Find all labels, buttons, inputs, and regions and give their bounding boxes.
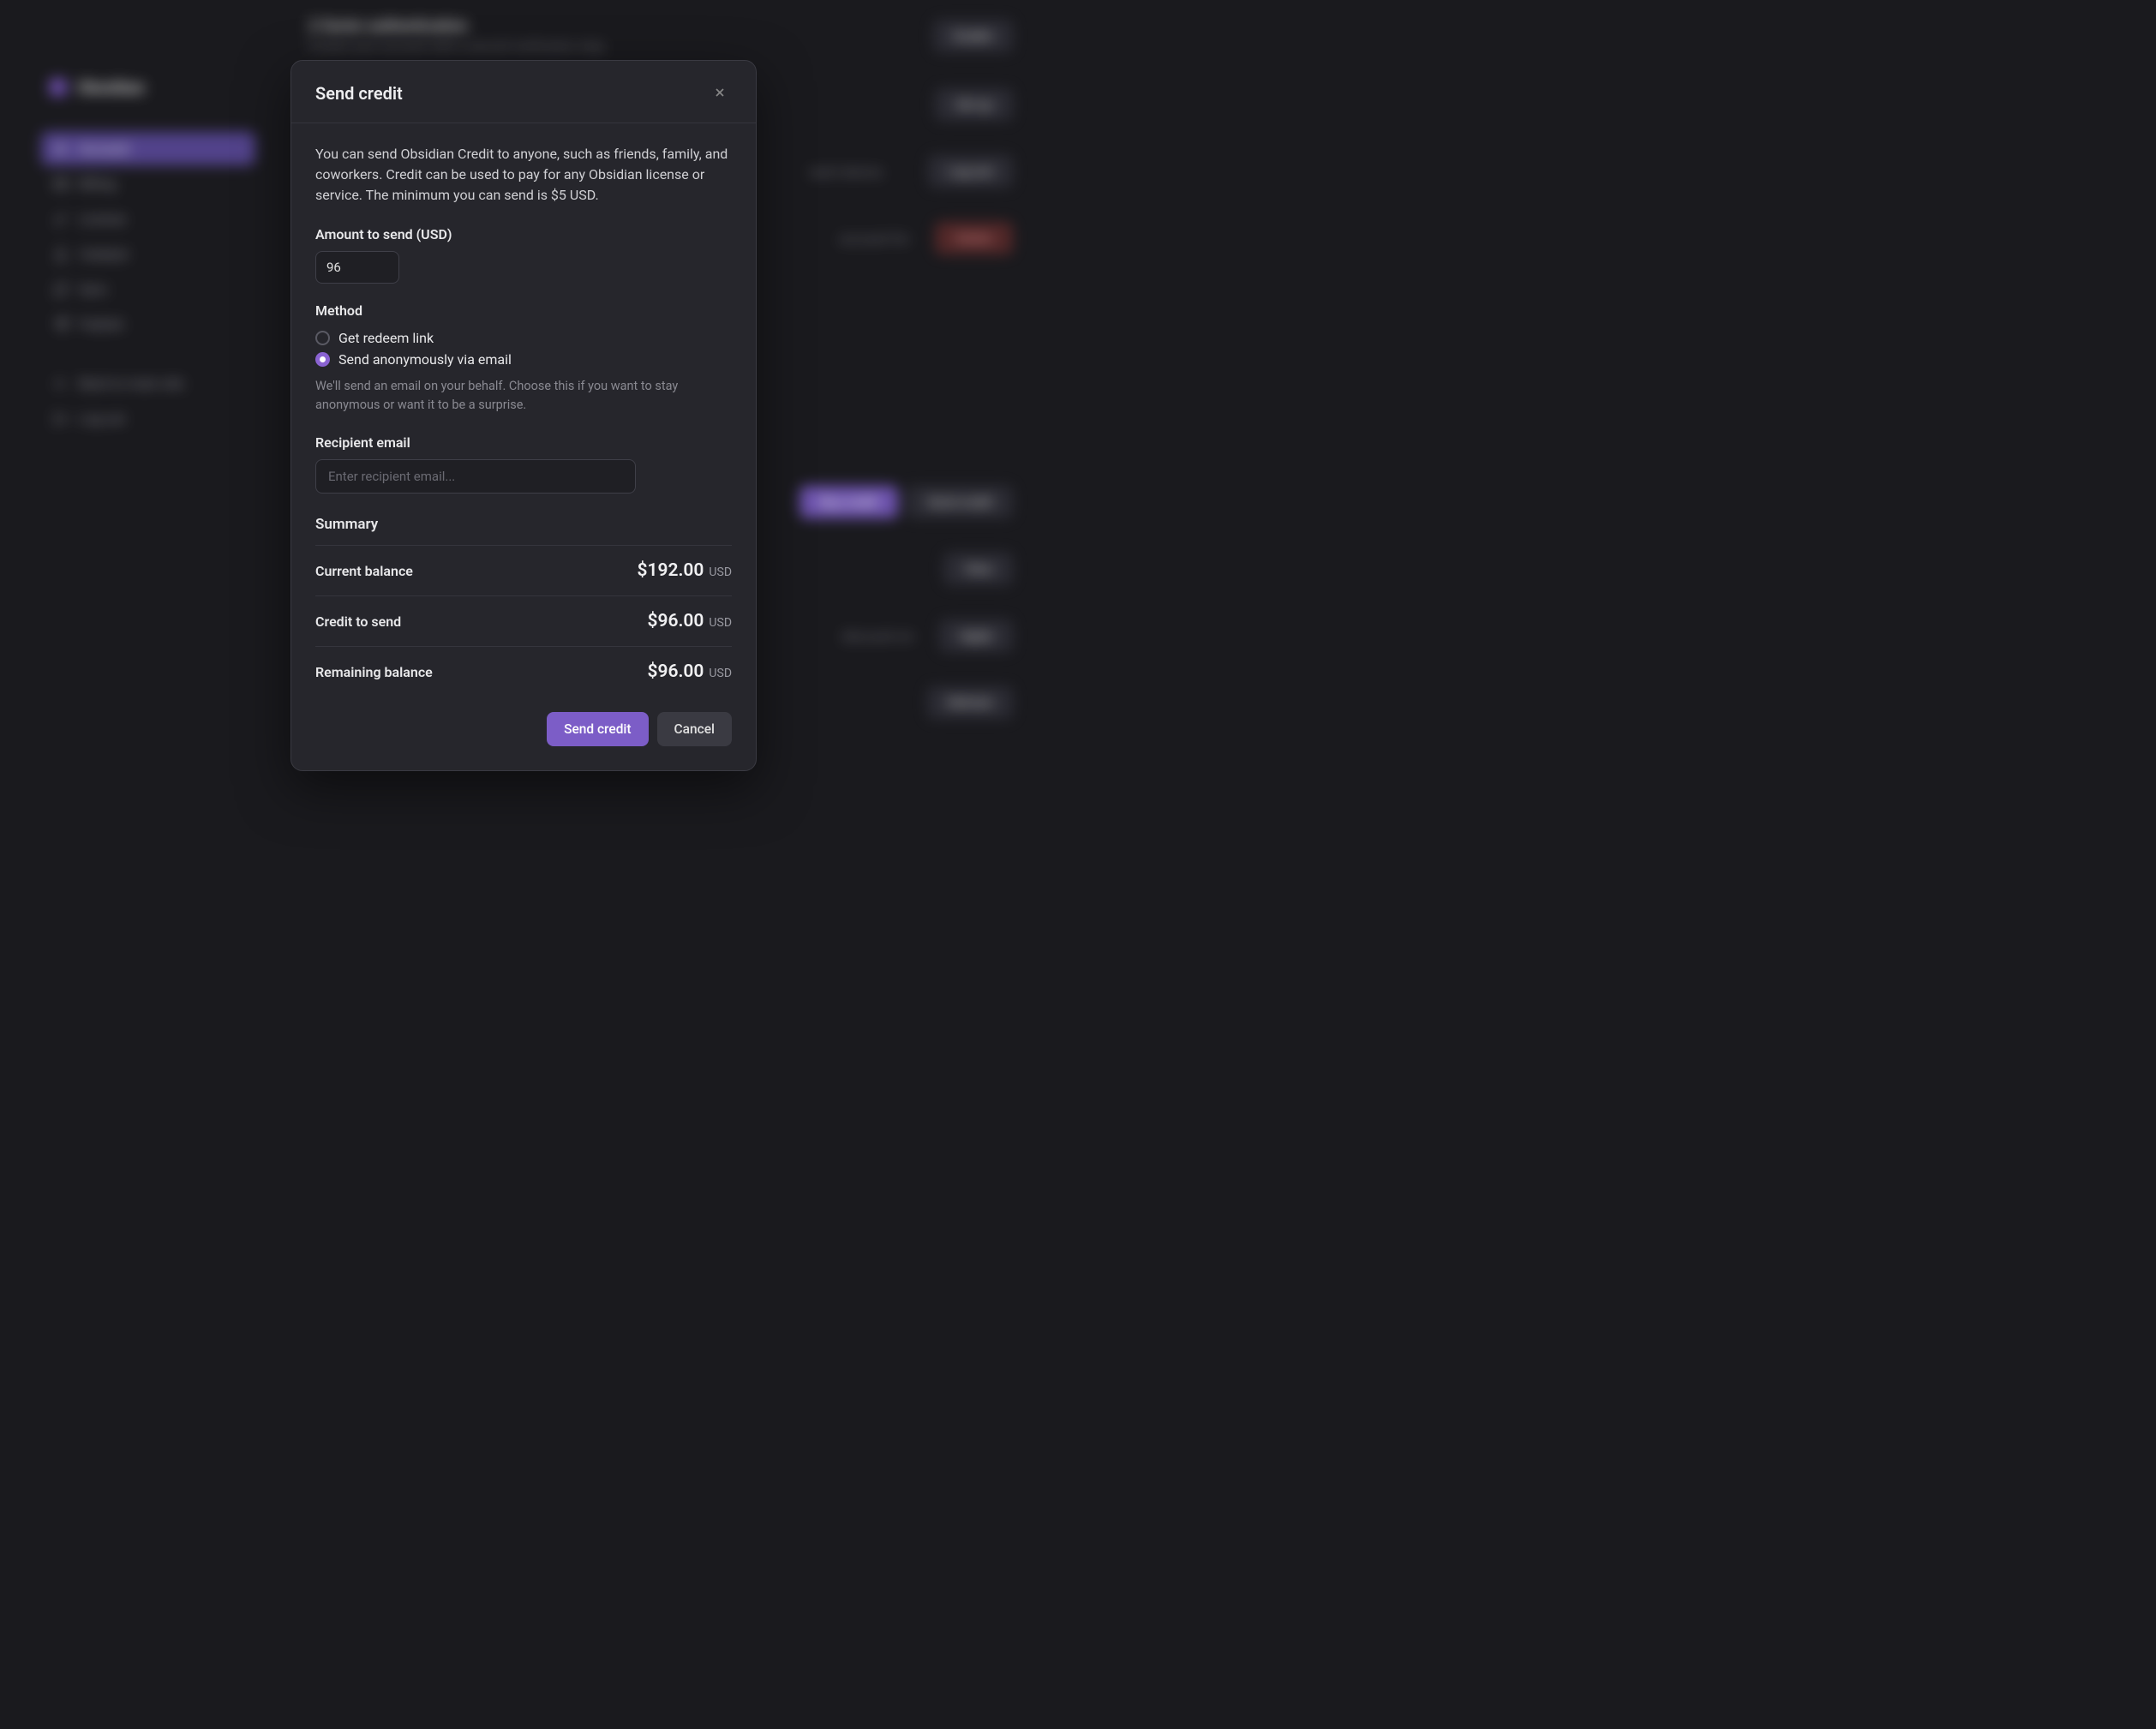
radio-label: Get redeem link: [338, 330, 434, 346]
close-button[interactable]: [708, 81, 732, 105]
modal-title: Send credit: [315, 83, 403, 104]
send-credit-modal: Send credit You can send Obsidian Credit…: [290, 60, 757, 772]
summary-row-value: $192.00: [637, 560, 704, 581]
radio-icon: [315, 352, 330, 367]
radio-icon: [315, 331, 330, 345]
summary-row-currency: USD: [709, 667, 732, 680]
modal-description: You can send Obsidian Credit to anyone, …: [315, 144, 732, 206]
summary-remaining-balance-row: Remaining balance $96.00 USD: [315, 646, 732, 697]
cancel-button[interactable]: Cancel: [657, 712, 732, 746]
modal-overlay: Send credit You can send Obsidian Credit…: [0, 0, 1047, 840]
summary-row-value: $96.00: [647, 661, 704, 682]
summary-heading: Summary: [315, 516, 732, 533]
amount-label: Amount to send (USD): [315, 226, 732, 242]
amount-input[interactable]: [315, 251, 399, 284]
summary-current-balance-row: Current balance $192.00 USD: [315, 545, 732, 595]
modal-body: You can send Obsidian Credit to anyone, …: [291, 123, 756, 771]
modal-actions: Send credit Cancel: [315, 712, 732, 746]
summary-row-value: $96.00: [647, 611, 704, 631]
modal-header: Send credit: [291, 61, 756, 123]
recipient-email-input[interactable]: [315, 459, 636, 494]
send-credit-submit-button[interactable]: Send credit: [547, 712, 648, 746]
summary-row-name: Remaining balance: [315, 664, 433, 680]
method-help-text: We'll send an email on your behalf. Choo…: [315, 377, 732, 415]
method-email-radio[interactable]: Send anonymously via email: [315, 349, 732, 370]
summary-row-name: Credit to send: [315, 613, 401, 630]
radio-label: Send anonymously via email: [338, 351, 512, 368]
summary-row-currency: USD: [709, 616, 732, 630]
close-icon: [713, 83, 727, 104]
method-label: Method: [315, 302, 732, 319]
recipient-label: Recipient email: [315, 434, 732, 451]
method-redeem-link-radio[interactable]: Get redeem link: [315, 327, 732, 349]
summary-row-currency: USD: [709, 565, 732, 579]
summary-credit-to-send-row: Credit to send $96.00 USD: [315, 595, 732, 646]
summary-row-name: Current balance: [315, 563, 413, 579]
